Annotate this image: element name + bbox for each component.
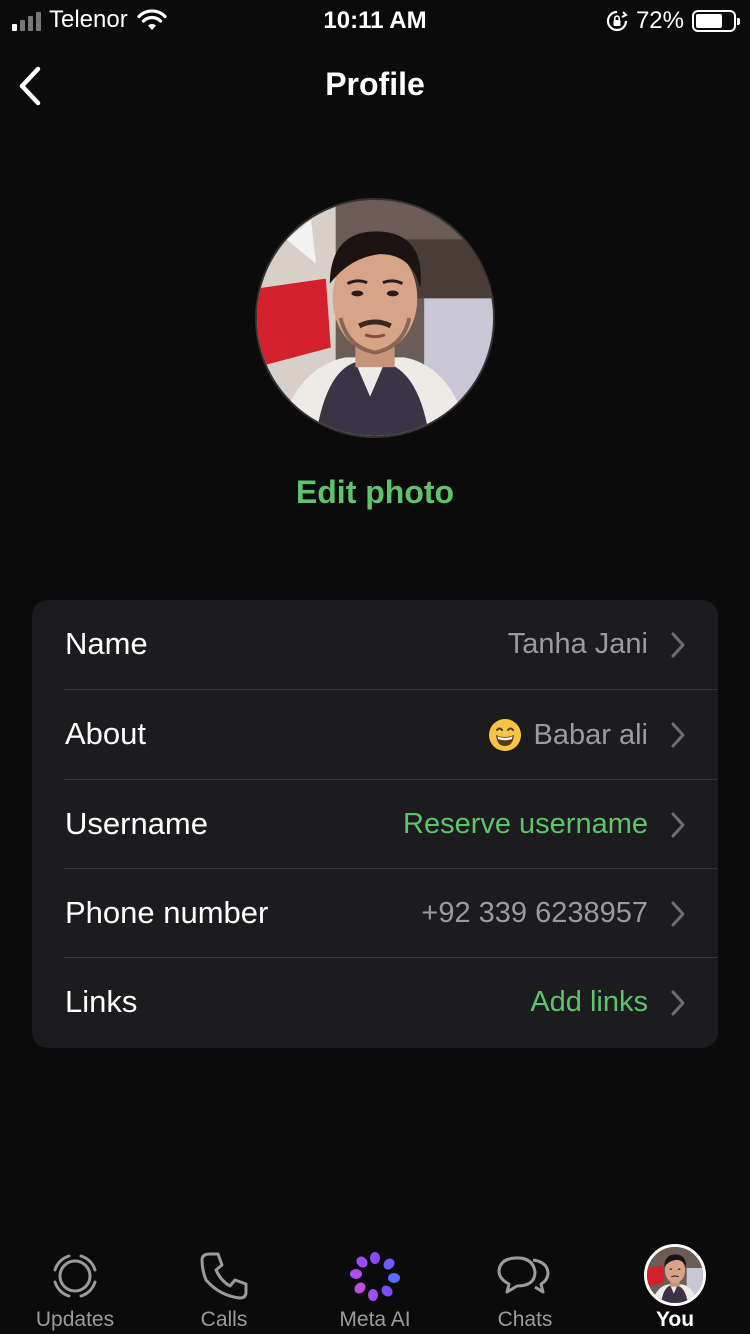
tab-chats[interactable]: Chats <box>450 1240 600 1334</box>
row-phone-number[interactable]: Phone number +92 339 6238957 <box>32 869 718 959</box>
chevron-right-icon <box>671 812 685 838</box>
grinning-face-icon <box>488 719 521 751</box>
name-value: Tanha Jani <box>507 628 648 660</box>
tab-label: You <box>655 1308 695 1331</box>
chevron-right-icon <box>671 990 685 1016</box>
row-value: +92 339 6238957 <box>421 897 648 930</box>
avatar-image <box>647 1247 703 1303</box>
tab-label: Chats <box>497 1308 553 1331</box>
nav-header: Profile <box>0 56 750 116</box>
chat-bubbles-icon <box>497 1256 550 1294</box>
battery-percent: 72% <box>635 7 684 34</box>
chevron-right-icon <box>671 722 685 748</box>
status-bar: Telenor 10:11 AM 72% <box>0 0 750 40</box>
row-username[interactable]: Username Reserve username <box>32 780 718 870</box>
about-value: Babar ali <box>533 718 648 751</box>
tab-bar: Updates Calls Meta AI Chats You <box>0 1240 750 1334</box>
username-value: Reserve username <box>403 808 648 840</box>
tab-label: Calls <box>200 1308 248 1331</box>
links-value: Add links <box>530 986 648 1018</box>
status-right: 72% <box>606 7 740 35</box>
row-label: Name <box>65 626 148 661</box>
tab-label: Meta AI <box>339 1308 411 1331</box>
row-value: Reserve username <box>403 808 648 841</box>
profile-info-card: Name Tanha Jani About Babar ali Username… <box>32 600 718 1048</box>
tab-label: Updates <box>35 1308 115 1331</box>
row-name[interactable]: Name Tanha Jani <box>32 600 718 690</box>
phone-icon <box>200 1252 248 1300</box>
profile-photo[interactable] <box>255 198 495 438</box>
row-about[interactable]: About Babar ali <box>32 690 718 780</box>
row-value: Tanha Jani <box>508 628 648 661</box>
profile-photo-image <box>257 200 493 436</box>
row-value: Babar ali <box>488 718 648 752</box>
row-label: Links <box>65 984 138 1019</box>
chevron-right-icon <box>671 901 685 927</box>
page-title: Profile <box>325 66 425 102</box>
phone-value: +92 339 6238957 <box>421 897 648 929</box>
edit-photo-button[interactable]: Edit photo <box>0 474 750 511</box>
tab-calls[interactable]: Calls <box>149 1240 299 1334</box>
rotation-lock-icon <box>606 10 628 32</box>
battery-icon <box>692 10 740 32</box>
row-links[interactable]: Links Add links <box>32 958 718 1048</box>
row-label: Username <box>65 806 208 841</box>
tab-updates[interactable]: Updates <box>0 1240 150 1334</box>
chevron-right-icon <box>671 632 685 658</box>
tab-you[interactable]: You <box>600 1240 750 1334</box>
row-value: Add links <box>530 986 648 1019</box>
row-label: Phone number <box>65 895 269 930</box>
profile-avatar <box>644 1244 706 1306</box>
row-label: About <box>65 716 147 751</box>
meta-ai-icon <box>350 1252 400 1301</box>
updates-icon <box>53 1254 97 1298</box>
tab-meta-ai[interactable]: Meta AI <box>300 1240 450 1334</box>
